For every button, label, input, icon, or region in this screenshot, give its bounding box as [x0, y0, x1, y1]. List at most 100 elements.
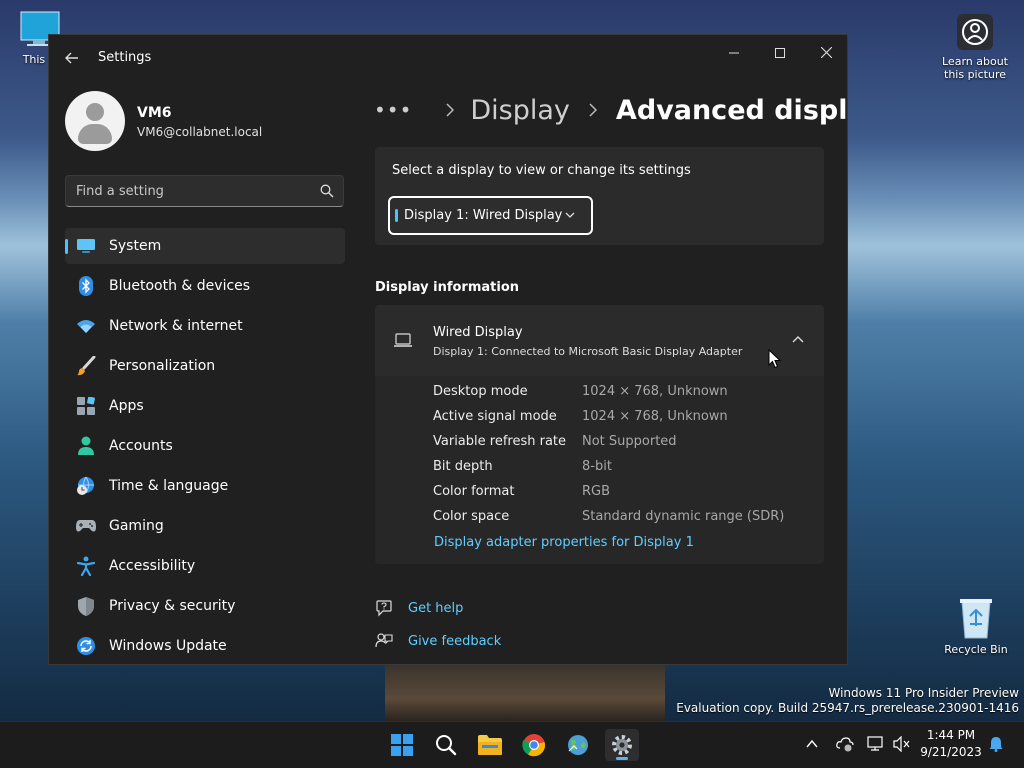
user-name: VM6 [137, 105, 172, 121]
globe-icon [568, 735, 588, 755]
avatar[interactable] [65, 91, 125, 151]
watermark-line-2: Evaluation copy. Build 25947.rs_prerelea… [676, 701, 1019, 715]
clock-time[interactable]: 1:44 PM [920, 728, 982, 742]
watermark-line-1: Windows 11 Pro Insider Preview [828, 686, 1019, 700]
gamepad-icon [75, 515, 97, 537]
learn-about-label-2: this picture [944, 68, 1006, 81]
sidebar-item-label: System [109, 238, 162, 254]
sidebar-item-windows-update[interactable]: Windows Update [65, 628, 345, 664]
sidebar-item-gaming[interactable]: Gaming [65, 508, 345, 544]
sidebar-nav: System Bluetooth & devices Network & int… [65, 228, 345, 664]
learn-about-picture-icon[interactable]: Learn about this picture [938, 12, 1012, 81]
settings-window: Settings VM6 VM6@collabnet.local System [48, 34, 848, 665]
wifi-icon [75, 315, 97, 337]
network-icon[interactable] [867, 736, 885, 752]
clock-date[interactable]: 9/21/2023 [920, 745, 982, 759]
property-row-active-signal-mode: Active signal mode 1024 × 768, Unknown [433, 409, 784, 434]
sidebar-item-label: Bluetooth & devices [109, 278, 251, 294]
minimize-icon [729, 52, 739, 54]
chevron-up-icon[interactable] [791, 333, 805, 347]
maximize-button[interactable] [757, 40, 803, 68]
close-button[interactable] [803, 40, 847, 68]
camera-info-icon [957, 14, 993, 50]
sidebar-item-network[interactable]: Network & internet [65, 308, 345, 344]
display-information-heading: Display information [375, 280, 520, 295]
sidebar-item-time-language[interactable]: Time & language [65, 468, 345, 504]
property-value: Standard dynamic range (SDR) [582, 509, 785, 524]
property-key: Bit depth [433, 459, 493, 474]
back-button[interactable] [61, 47, 83, 69]
user-email: VM6@collabnet.local [137, 125, 263, 139]
display-information-header[interactable]: Wired Display Display 1: Connected to Mi… [375, 305, 824, 376]
search-box[interactable] [65, 175, 344, 207]
chevron-up-icon[interactable] [806, 739, 818, 749]
property-key: Desktop mode [433, 384, 528, 399]
cloud-status-icon[interactable] [836, 736, 854, 752]
learn-about-label-1: Learn about [942, 55, 1008, 68]
minimize-button[interactable] [711, 40, 757, 68]
property-value: 8-bit [582, 459, 612, 474]
display-name: Wired Display [433, 325, 523, 340]
start-button[interactable] [385, 729, 419, 761]
property-row-color-space: Color space Standard dynamic range (SDR) [433, 509, 784, 534]
property-value: RGB [582, 484, 611, 499]
sidebar-item-label: Windows Update [109, 638, 227, 654]
sidebar-item-label: Privacy & security [109, 598, 236, 614]
close-icon [820, 46, 832, 59]
give-feedback-link[interactable]: Give feedback [375, 631, 501, 651]
property-key: Color space [433, 509, 510, 524]
search-button[interactable] [429, 729, 463, 761]
sidebar-item-label: Accessibility [109, 558, 196, 574]
avatar-body [78, 124, 112, 144]
settings-app-button[interactable] [605, 729, 639, 761]
notification-bell-icon[interactable] [989, 736, 1003, 752]
accessibility-icon [75, 555, 97, 577]
sidebar-item-system[interactable]: System [65, 228, 345, 264]
window-title: Settings [98, 50, 152, 65]
search-icon[interactable] [320, 184, 334, 198]
chevron-right-icon [446, 103, 455, 117]
avatar-head [86, 103, 104, 121]
sidebar-item-accessibility[interactable]: Accessibility [65, 548, 345, 584]
search-input[interactable] [66, 176, 316, 206]
display-select-dropdown[interactable]: Display 1: Wired Display [388, 196, 593, 235]
display-connection: Display 1: Connected to Microsoft Basic … [433, 345, 743, 358]
windows-logo-icon [391, 734, 413, 756]
sidebar-item-personalization[interactable]: Personalization [65, 348, 345, 384]
sidebar-item-bluetooth[interactable]: Bluetooth & devices [65, 268, 345, 304]
display-adapter-properties-link[interactable]: Display adapter properties for Display 1 [434, 535, 694, 550]
display-properties-list: Desktop mode 1024 × 768, Unknown Active … [433, 384, 784, 534]
display-select-value: Display 1: Wired Display [404, 208, 563, 223]
globe-app-button[interactable] [561, 729, 595, 761]
sidebar-item-apps[interactable]: Apps [65, 388, 345, 424]
breadcrumb-more-button[interactable]: ••• [374, 98, 412, 122]
globe-clock-icon [75, 475, 97, 497]
sidebar-item-label: Time & language [109, 478, 229, 494]
taskbar: 1:44 PM 9/21/2023 [0, 721, 1024, 768]
search-icon [436, 735, 457, 756]
update-icon [75, 635, 97, 657]
property-value: Not Supported [582, 434, 677, 449]
sidebar-item-privacy[interactable]: Privacy & security [65, 588, 345, 624]
chrome-button[interactable] [517, 729, 551, 761]
recycle-bin-desktop-icon[interactable]: Recycle Bin [940, 596, 1012, 656]
sidebar-item-label: Personalization [109, 358, 216, 374]
laptop-icon [394, 333, 412, 347]
breadcrumb: ••• Display Advanced display [374, 90, 847, 130]
chrome-icon [522, 734, 546, 757]
maximize-icon [775, 48, 785, 58]
recycle-bin-label: Recycle Bin [944, 643, 1008, 656]
recycle-bin-icon [960, 599, 992, 639]
get-help-link[interactable]: Get help [375, 598, 463, 618]
breadcrumb-display-link[interactable]: Display [470, 95, 570, 126]
sidebar-item-accounts[interactable]: Accounts [65, 428, 345, 464]
chevron-down-icon [565, 212, 575, 218]
chevron-right-icon [589, 103, 597, 117]
property-key: Color format [433, 484, 515, 499]
property-value: 1024 × 768, Unknown [582, 384, 728, 399]
os-watermark: Windows 11 Pro Insider Preview Evaluatio… [676, 686, 1019, 716]
shield-icon [75, 595, 97, 617]
folder-icon [478, 735, 502, 755]
volume-muted-icon[interactable] [893, 736, 911, 752]
file-explorer-button[interactable] [473, 729, 507, 761]
